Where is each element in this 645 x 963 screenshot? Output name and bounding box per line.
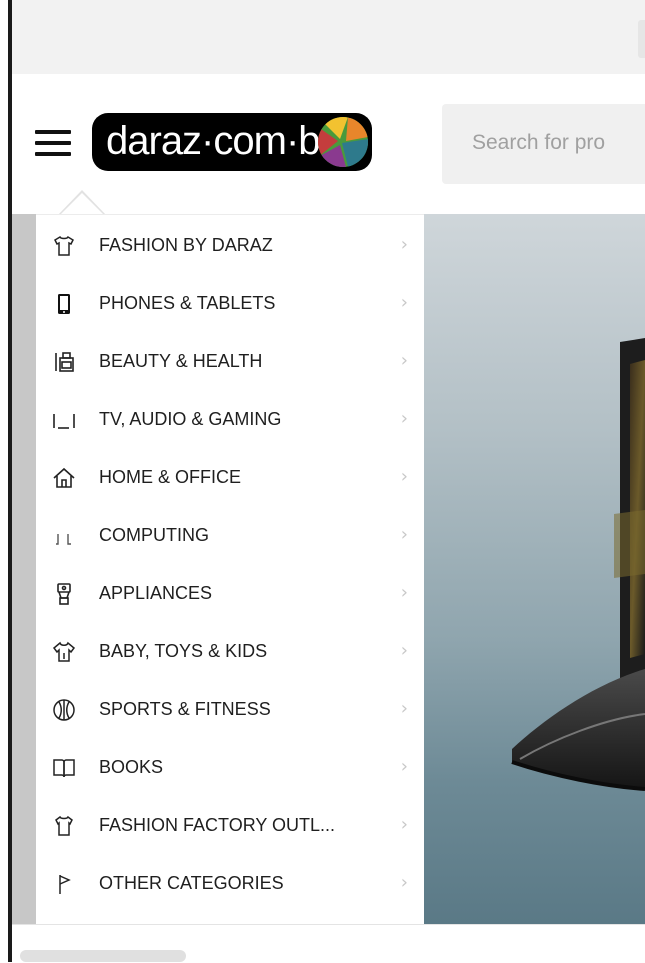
hero-banner[interactable] xyxy=(424,214,645,924)
baby-shirt-icon xyxy=(52,640,76,664)
home-icon xyxy=(52,466,76,490)
menu-item-phones[interactable]: PHONES & TABLETS › xyxy=(36,275,424,333)
menu-caret-inner xyxy=(60,193,104,215)
computing-icon xyxy=(52,524,76,548)
menu-item-label: APPLIANCES xyxy=(99,583,213,603)
menu-item-label: HOME & OFFICE xyxy=(99,467,242,487)
search-bar[interactable] xyxy=(442,104,645,184)
outlet-shirt-icon xyxy=(52,814,76,838)
top-bar xyxy=(12,0,645,74)
menu-item-label: BEAUTY & HEALTH xyxy=(99,351,263,371)
hamburger-menu-icon[interactable] xyxy=(35,128,71,158)
menu-item-beauty[interactable]: BEAUTY & HEALTH › xyxy=(36,333,424,391)
menu-item-baby[interactable]: BABY, TOYS & KIDS › xyxy=(36,623,424,681)
chevron-right-icon: › xyxy=(400,698,408,719)
menu-item-label: PHONES & TABLETS xyxy=(99,293,276,313)
chevron-right-icon: › xyxy=(400,350,408,371)
chevron-right-icon: › xyxy=(400,872,408,893)
menu-item-label: BABY, TOYS & KIDS xyxy=(99,641,268,661)
horizontal-scrollbar[interactable] xyxy=(20,950,186,962)
search-input[interactable] xyxy=(472,131,645,155)
menu-item-label: FASHION BY DARAZ xyxy=(99,235,273,255)
book-icon xyxy=(52,756,76,780)
menu-item-home[interactable]: HOME & OFFICE › xyxy=(36,449,424,507)
site-logo[interactable]: daraz·com·bd xyxy=(92,113,372,171)
menu-item-label: TV, AUDIO & GAMING xyxy=(99,409,282,429)
menu-item-fashion[interactable]: FASHION BY DARAZ › xyxy=(36,217,424,275)
menu-item-label: BOOKS xyxy=(99,757,164,777)
logo-text: daraz·com·bd xyxy=(106,119,342,163)
page-left-strip xyxy=(12,214,36,924)
menu-item-appliances[interactable]: APPLIANCES › xyxy=(36,565,424,623)
chevron-right-icon: › xyxy=(400,524,408,545)
menu-item-fashion-outlet[interactable]: FASHION FACTORY OUTL... › xyxy=(36,797,424,855)
chevron-right-icon: › xyxy=(400,640,408,661)
menu-item-label: FASHION FACTORY OUTL... xyxy=(99,815,336,835)
category-menu: FASHION BY DARAZ › PHONES & TABLETS › BE… xyxy=(36,214,424,925)
beauty-icon xyxy=(52,350,76,374)
chevron-right-icon: › xyxy=(400,756,408,777)
menu-item-label: SPORTS & FITNESS xyxy=(99,699,271,719)
menu-item-other[interactable]: OTHER CATEGORIES › xyxy=(36,855,424,913)
top-bar-button[interactable] xyxy=(638,20,645,58)
ball-icon xyxy=(52,698,76,722)
chevron-right-icon: › xyxy=(400,466,408,487)
menu-item-computing[interactable]: COMPUTING › xyxy=(36,507,424,565)
phone-icon xyxy=(52,292,76,316)
chevron-right-icon: › xyxy=(400,814,408,835)
menu-item-label: OTHER CATEGORIES xyxy=(99,873,284,893)
tshirt-icon xyxy=(52,234,76,258)
chevron-right-icon: › xyxy=(400,582,408,603)
menu-item-books[interactable]: BOOKS › xyxy=(36,739,424,797)
appliance-icon xyxy=(52,582,76,606)
chevron-right-icon: › xyxy=(400,234,408,255)
menu-item-sports[interactable]: SPORTS & FITNESS › xyxy=(36,681,424,739)
chevron-right-icon: › xyxy=(400,408,408,429)
menu-item-label: COMPUTING xyxy=(99,525,209,545)
logo-ball-icon xyxy=(318,117,368,167)
chevron-right-icon: › xyxy=(400,292,408,313)
tv-icon xyxy=(52,408,76,432)
laptop-image xyxy=(511,338,645,791)
menu-item-tv[interactable]: TV, AUDIO & GAMING › xyxy=(36,391,424,449)
flag-icon xyxy=(52,872,76,896)
